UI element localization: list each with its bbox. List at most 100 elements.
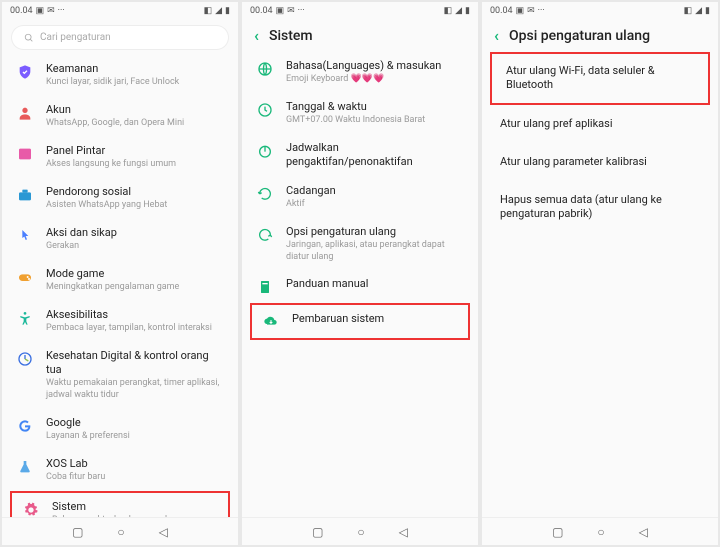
nav-home-icon[interactable]: ○ (357, 525, 364, 539)
nav-back-icon[interactable]: ◁ (159, 525, 168, 539)
sistem-item-bahasa[interactable]: Bahasa(Languages) & masukanEmoji Keyboar… (246, 52, 474, 93)
item-sub: Asisten WhatsApp yang Hebat (46, 200, 224, 212)
settings-item-aksi-sikap[interactable]: Aksi dan sikapGerakan (6, 219, 234, 260)
item-title: Atur ulang Wi-Fi, data seluler & Bluetoo… (506, 64, 698, 93)
item-title: Panel Pintar (46, 144, 224, 158)
nav-home-icon[interactable]: ○ (117, 525, 124, 539)
settings-item-aksesibilitas[interactable]: AksesibilitasPembaca layar, tampilan, ko… (6, 301, 234, 342)
accessibility-icon (16, 309, 34, 327)
sistem-item-panduan[interactable]: Panduan manual (246, 270, 474, 303)
status-msg-icon: ✉ (47, 6, 55, 16)
nav-recent-icon[interactable]: ▢ (72, 525, 83, 539)
wifi-icon: ◧ (204, 6, 213, 16)
person-icon (16, 104, 34, 122)
status-app-icon: ▣ (516, 6, 525, 16)
header: ‹ Opsi pengaturan ulang (482, 20, 718, 52)
settings-item-panel-pintar[interactable]: Panel PintarAkses langsung ke fungsi umu… (6, 137, 234, 178)
status-app-icon: ▣ (276, 6, 285, 16)
item-title: Google (46, 416, 224, 430)
item-title: Aksesibilitas (46, 308, 224, 322)
panel-icon (16, 145, 34, 163)
settings-item-mode-game[interactable]: Mode gameMeningkatkan pengalaman game (6, 260, 234, 301)
item-sub: WhatsApp, Google, dan Opera Mini (46, 118, 224, 130)
nav-home-icon[interactable]: ○ (597, 525, 604, 539)
page-title: Sistem (269, 28, 313, 44)
status-time: 00.04 (10, 6, 33, 16)
back-arrow-icon[interactable]: ‹ (254, 28, 259, 44)
status-time: 00.04 (250, 6, 273, 16)
flask-icon (16, 458, 34, 476)
item-title: Pendorong sosial (46, 185, 224, 199)
settings-item-xos-lab[interactable]: XOS LabCoba fitur baru (6, 450, 234, 491)
nav-recent-icon[interactable]: ▢ (312, 525, 323, 539)
item-sub: Layanan & preferensi (46, 431, 224, 443)
search-placeholder: Cari pengaturan (40, 32, 111, 43)
clock-icon (256, 101, 274, 119)
item-title: Mode game (46, 267, 224, 281)
status-more-icon: ··· (538, 6, 545, 16)
item-title: Opsi pengaturan ulang (286, 225, 464, 239)
suitcase-icon (16, 186, 34, 204)
item-title: Pembaruan sistem (292, 312, 458, 326)
page-title: Opsi pengaturan ulang (509, 28, 650, 44)
sistem-item-jadwal[interactable]: Jadwalkan pengaktifan/penonaktifan (246, 134, 474, 177)
status-app-icon: ▣ (36, 6, 45, 16)
manual-icon (256, 278, 274, 296)
reset-icon (256, 226, 274, 244)
screen-sistem: 00.04 ▣ ✉ ··· ◧ ◢ ▮ ‹ Sistem Bahasa(Lang… (242, 2, 478, 545)
settings-item-sistem[interactable]: SistemBahasa, waktu, backup, pembaruan (10, 491, 230, 517)
reset-item-pref[interactable]: Atur ulang pref aplikasi (486, 105, 714, 143)
item-sub: Meningkatkan pengalaman game (46, 282, 224, 294)
nav-back-icon[interactable]: ◁ (639, 525, 648, 539)
item-sub: Jaringan, aplikasi, atau perangkat dapat… (286, 240, 464, 263)
signal-icon: ◢ (215, 6, 222, 16)
signal-icon: ◢ (455, 6, 462, 16)
nav-recent-icon[interactable]: ▢ (552, 525, 563, 539)
status-bar: 00.04 ▣ ✉ ··· ◧ ◢ ▮ (2, 2, 238, 20)
item-title: Sistem (52, 500, 218, 514)
status-msg-icon: ✉ (287, 6, 295, 16)
battery-icon: ▮ (225, 6, 230, 16)
screen-reset-options: 00.04 ▣ ✉ ··· ◧ ◢ ▮ ‹ Opsi pengaturan ul… (482, 2, 718, 545)
item-title: Cadangan (286, 184, 464, 198)
search-settings[interactable]: Cari pengaturan (12, 26, 228, 49)
search-icon (24, 33, 34, 43)
item-title: Atur ulang parameter kalibrasi (500, 155, 704, 169)
game-icon (16, 268, 34, 286)
reset-item-kalibrasi[interactable]: Atur ulang parameter kalibrasi (486, 143, 714, 181)
sistem-list: Bahasa(Languages) & masukanEmoji Keyboar… (242, 52, 478, 517)
nav-bar: ▢ ○ ◁ (2, 517, 238, 545)
back-arrow-icon[interactable]: ‹ (494, 28, 499, 44)
nav-bar: ▢ ○ ◁ (482, 517, 718, 545)
settings-item-kesehatan-digital[interactable]: Kesehatan Digital & kontrol orang tuaWak… (6, 342, 234, 409)
wifi-icon: ◧ (444, 6, 453, 16)
settings-item-google[interactable]: GoogleLayanan & preferensi (6, 409, 234, 450)
sistem-item-reset[interactable]: Opsi pengaturan ulangJaringan, aplikasi,… (246, 218, 474, 271)
google-icon (16, 417, 34, 435)
settings-item-keamanan[interactable]: KeamananKunci layar, sidik jari, Face Un… (6, 55, 234, 96)
settings-item-akun[interactable]: AkunWhatsApp, Google, dan Opera Mini (6, 96, 234, 137)
item-sub: Emoji Keyboard 💗💗💗 (286, 74, 464, 86)
item-sub: Coba fitur baru (46, 472, 224, 484)
sistem-item-cadangan[interactable]: CadanganAktif (246, 177, 474, 218)
wellbeing-icon (16, 350, 34, 368)
item-title: Hapus semua data (atur ulang ke pengatur… (500, 193, 704, 222)
wifi-icon: ◧ (684, 6, 693, 16)
settings-list: KeamananKunci layar, sidik jari, Face Un… (2, 55, 238, 517)
backup-icon (256, 185, 274, 203)
item-sub: Aktif (286, 199, 464, 211)
sistem-item-tanggal[interactable]: Tanggal & waktuGMT+07.00 Waktu Indonesia… (246, 93, 474, 134)
battery-icon: ▮ (465, 6, 470, 16)
globe-icon (256, 60, 274, 78)
status-more-icon: ··· (58, 6, 65, 16)
status-bar: 00.04 ▣ ✉ ··· ◧ ◢ ▮ (242, 2, 478, 20)
gear-icon (22, 501, 40, 517)
item-sub: Akses langsung ke fungsi umum (46, 159, 224, 171)
settings-item-pendorong-sosial[interactable]: Pendorong sosialAsisten WhatsApp yang He… (6, 178, 234, 219)
reset-item-hapus[interactable]: Hapus semua data (atur ulang ke pengatur… (486, 181, 714, 234)
item-title: Jadwalkan pengaktifan/penonaktifan (286, 141, 464, 170)
sistem-item-pembaruan[interactable]: Pembaruan sistem (250, 303, 470, 340)
reset-item-wifi[interactable]: Atur ulang Wi-Fi, data seluler & Bluetoo… (490, 52, 710, 105)
item-title: Keamanan (46, 62, 224, 76)
nav-back-icon[interactable]: ◁ (399, 525, 408, 539)
